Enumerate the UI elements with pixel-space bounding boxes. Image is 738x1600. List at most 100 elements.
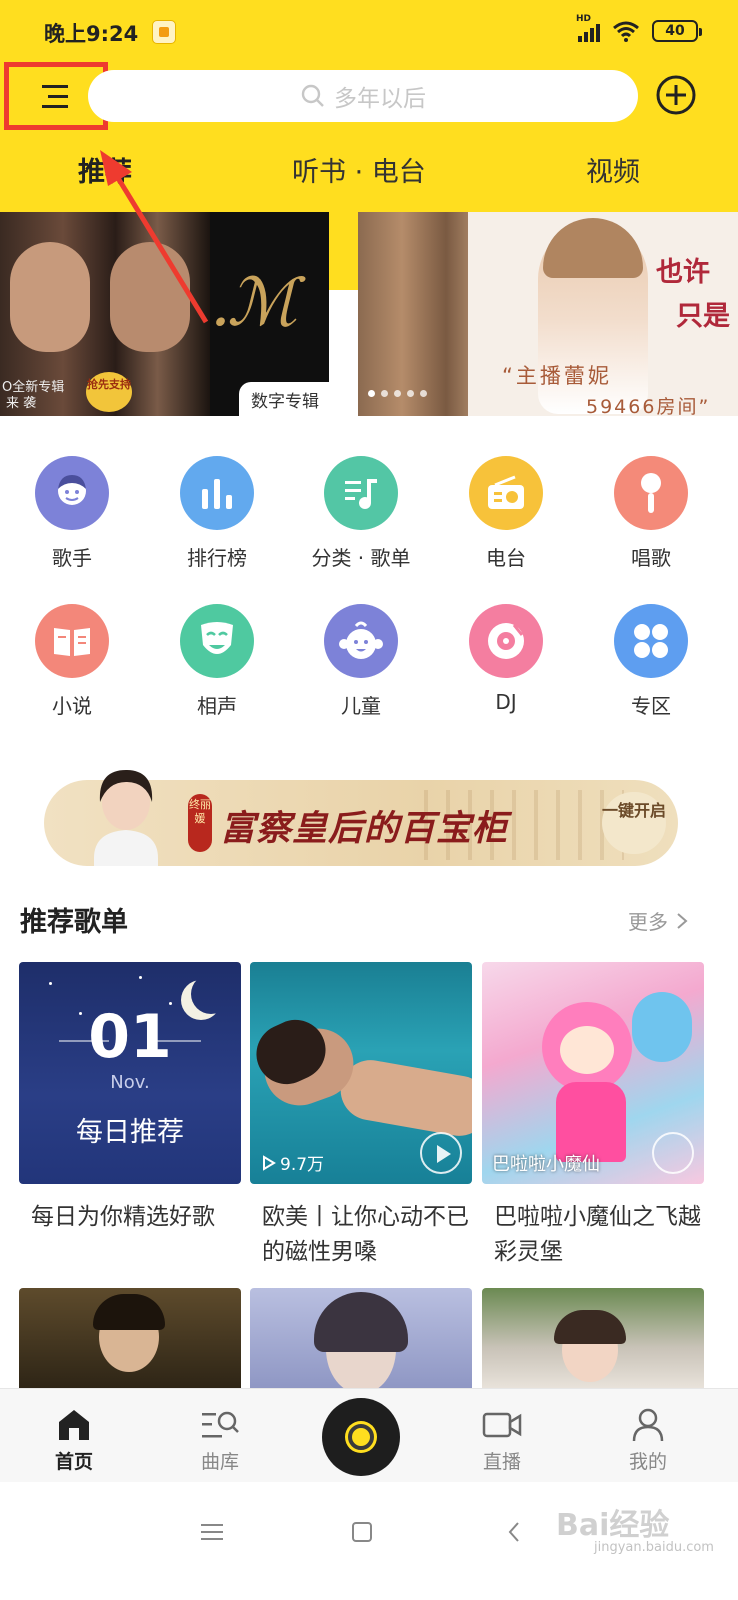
signal-icon: HD: [576, 14, 600, 42]
person-icon: [632, 1408, 664, 1442]
nav-live[interactable]: 直播: [452, 1389, 552, 1474]
play-count-icon: [263, 1154, 276, 1171]
nav-library[interactable]: 曲库: [170, 1389, 270, 1474]
playlist-caption[interactable]: 欧美丨让你心动不已的磁性男嗓: [250, 1200, 472, 1270]
menu-lines-icon: [201, 1524, 223, 1540]
nav-label: 曲库: [200, 1451, 239, 1473]
banner-album[interactable]: .ℳ O全新专辑 来 袭 抢先支持 数字专辑: [0, 212, 329, 416]
category-zone[interactable]: 专区: [596, 604, 706, 719]
chart-icon: [180, 456, 254, 530]
more-link[interactable]: 更多: [628, 906, 688, 935]
app-notification-icon: [152, 20, 176, 44]
status-bar: 晚上9:24 HD 40: [0, 0, 738, 64]
nav-label: 直播: [482, 1451, 521, 1473]
status-indicators: HD 40: [576, 14, 702, 42]
banner-headline-1: 也许: [656, 257, 710, 288]
tab-audiobook-radio[interactable]: 听书 · 电台: [292, 150, 426, 189]
banner-badge: 抢先支持: [86, 372, 132, 412]
back-icon: [508, 1522, 519, 1542]
playlist-cover-partial[interactable]: [19, 1288, 241, 1388]
cover-day: 01: [88, 1002, 172, 1072]
nav-me[interactable]: 我的: [598, 1389, 698, 1474]
tab-recommend[interactable]: 推荐: [78, 150, 132, 189]
promo-seal: 终丽媛: [188, 794, 212, 852]
category-novel[interactable]: 小说: [17, 604, 127, 719]
system-home-button[interactable]: [342, 1512, 382, 1552]
category-label: 电台: [486, 546, 526, 570]
nav-home[interactable]: 首页: [24, 1389, 124, 1474]
system-menu-button[interactable]: [192, 1512, 232, 1552]
wifi-icon: [613, 21, 639, 42]
category-singer[interactable]: 歌手: [17, 456, 127, 571]
playlist-caption[interactable]: 巴啦啦小魔仙之飞越彩灵堡: [482, 1200, 704, 1270]
category-label: 唱歌: [631, 546, 671, 570]
play-button-icon[interactable]: [420, 1132, 462, 1174]
tab-video[interactable]: 视频: [586, 150, 640, 189]
singer-icon: [35, 456, 109, 530]
radio-icon: [469, 456, 543, 530]
watermark-url: jingyan.baidu.com: [594, 1540, 714, 1555]
playlist-cover[interactable]: 9.7万: [250, 962, 472, 1184]
cover-month: Nov.: [110, 1072, 150, 1093]
category-sing[interactable]: 唱歌: [596, 456, 706, 571]
category-label: 儿童: [341, 694, 381, 718]
banner-host-line: “主播蕾妮: [502, 364, 612, 388]
vinyl-disc-icon: [348, 1424, 374, 1450]
library-search-icon: [202, 1411, 239, 1438]
playlist-cover-partial[interactable]: [482, 1288, 704, 1388]
battery-icon: 40: [652, 20, 702, 42]
search-input[interactable]: 多年以后: [88, 70, 638, 122]
network-type: HD: [576, 14, 592, 24]
banner-live-host[interactable]: 也许 只是 “主播蕾妮 59466房间”: [358, 212, 738, 416]
cover-text: 巴啦啦小魔仙: [492, 1154, 600, 1175]
home-icon: [59, 1410, 89, 1440]
playlist-cover[interactable]: 01 Nov. 每日推荐: [19, 962, 241, 1184]
microphone-icon: [614, 456, 688, 530]
playlist-card[interactable]: 01 Nov. 每日推荐 每日为你精选好歌: [19, 962, 241, 1235]
playlist-card[interactable]: 巴啦啦小魔仙 巴啦啦小魔仙之飞越彩灵堡: [482, 962, 704, 1270]
nav-label: 我的: [628, 1451, 667, 1473]
banner-caption-2: 来 袭: [6, 396, 37, 411]
category-label: 小说: [52, 694, 92, 718]
top-tabs: 推荐 听书 · 电台 视频: [0, 144, 738, 196]
category-dj[interactable]: DJ: [451, 604, 561, 714]
category-label: 排行榜: [187, 546, 247, 570]
category-label: 歌手: [52, 546, 92, 570]
promo-cta-button[interactable]: 一键开启: [602, 792, 666, 854]
now-playing-button[interactable]: [322, 1398, 400, 1476]
book-icon: [35, 604, 109, 678]
category-label: DJ: [495, 690, 517, 714]
category-charts[interactable]: 排行榜: [162, 456, 272, 571]
search-placeholder: 多年以后: [334, 86, 426, 112]
mask-icon: [180, 604, 254, 678]
plus-circle-icon[interactable]: [655, 74, 697, 116]
category-label: 相声: [197, 694, 237, 718]
banner-tag: 数字专辑: [239, 382, 329, 416]
playlist-card[interactable]: 9.7万 欧美丨让你心动不已的磁性男嗓: [250, 962, 472, 1270]
banner-headline-2: 只是: [676, 301, 730, 332]
nav-label: 首页: [54, 1451, 93, 1473]
play-button-icon[interactable]: [652, 1132, 694, 1174]
category-crosstalk[interactable]: 相声: [162, 604, 272, 719]
album-logo: .ℳ: [210, 264, 298, 341]
section-title: 推荐歌单: [20, 907, 128, 938]
chevron-right-icon: [677, 912, 688, 929]
promo-person-image: [94, 770, 158, 866]
hamburger-icon: [42, 85, 68, 108]
playlist-cover-partial[interactable]: [250, 1288, 472, 1388]
category-playlist[interactable]: 分类 · 歌单: [306, 456, 416, 571]
banner-pagination: [368, 390, 427, 397]
category-radio[interactable]: 电台: [451, 456, 561, 571]
promo-title: 富察皇后的百宝柜: [220, 808, 509, 849]
play-count: 9.7万: [262, 1150, 324, 1175]
status-time: 晚上9:24: [44, 22, 139, 46]
search-icon: [301, 84, 324, 107]
banner-room-line: 59466房间”: [586, 396, 711, 416]
play-count-value: 9.7万: [280, 1155, 325, 1175]
playlist-cover[interactable]: 巴啦啦小魔仙: [482, 962, 704, 1184]
category-label: 专区: [631, 694, 671, 718]
playlist-icon: [324, 456, 398, 530]
system-back-button[interactable]: [494, 1512, 534, 1552]
playlist-caption[interactable]: 每日为你精选好歌: [19, 1200, 241, 1235]
category-kids[interactable]: 儿童: [306, 604, 416, 719]
